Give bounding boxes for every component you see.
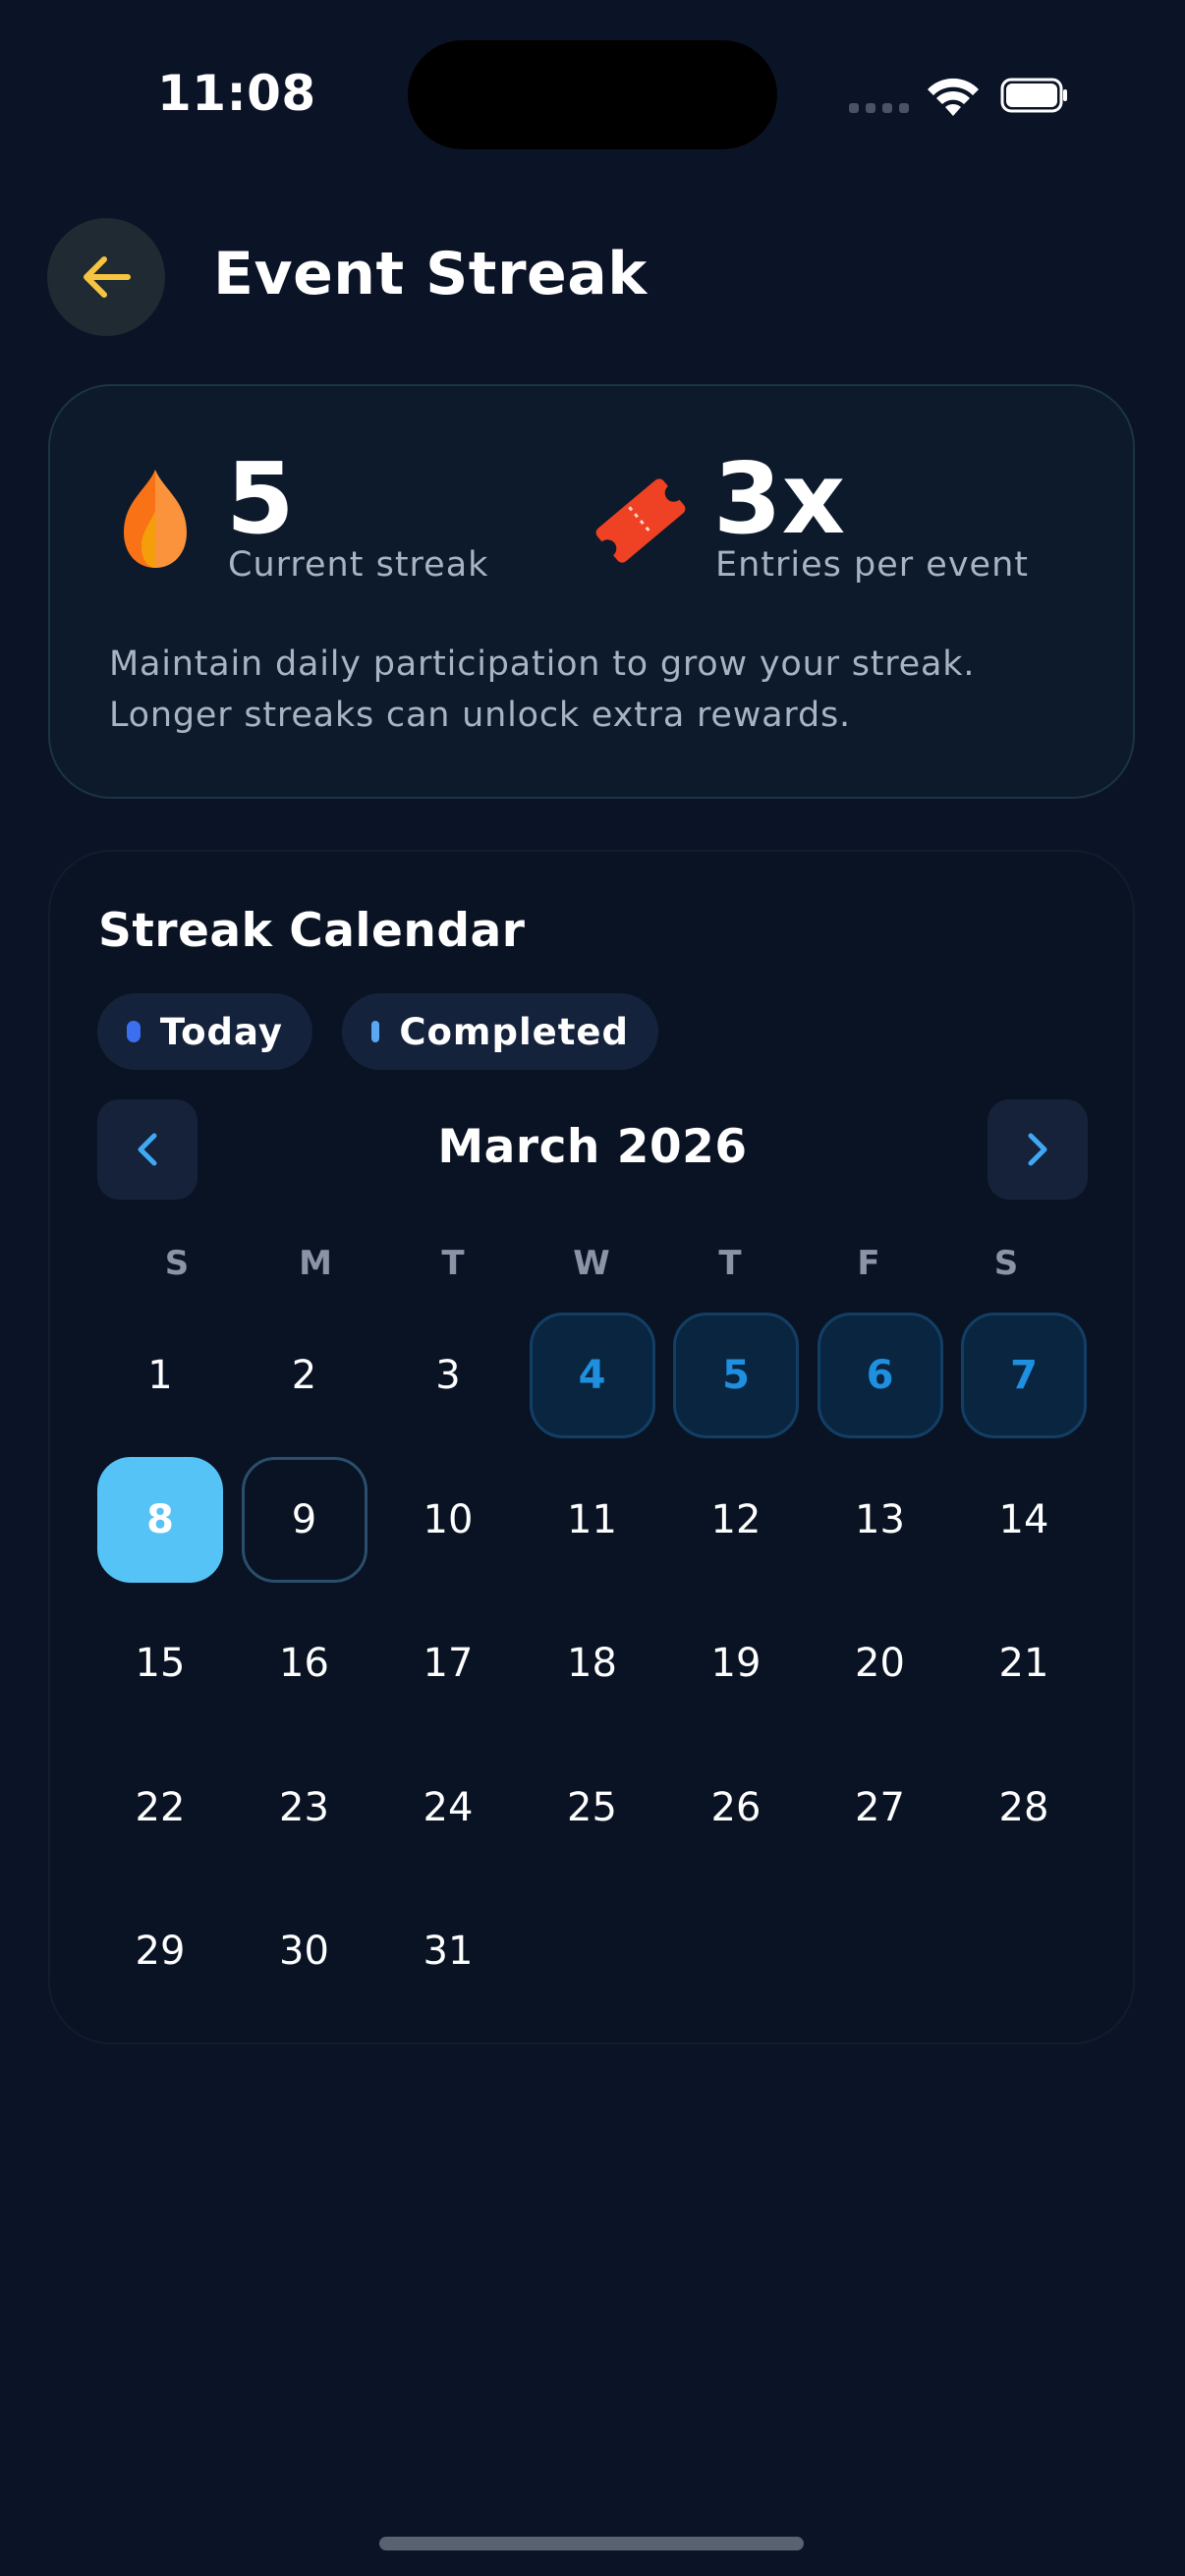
calendar-day[interactable]: 26 bbox=[673, 1745, 799, 1871]
weekday-label: T bbox=[441, 1244, 465, 1283]
back-button[interactable] bbox=[47, 218, 165, 336]
calendar-day[interactable]: 16 bbox=[242, 1600, 367, 1726]
weekday-label: S bbox=[164, 1244, 190, 1283]
calendar-day[interactable]: 4 bbox=[529, 1313, 655, 1438]
streak-description-line-1: Maintain daily participation to grow you… bbox=[109, 644, 976, 684]
calendar-day[interactable]: 23 bbox=[242, 1745, 367, 1871]
calendar-day[interactable]: 5 bbox=[673, 1313, 799, 1438]
calendar-day[interactable]: 21 bbox=[961, 1600, 1087, 1726]
calendar-day[interactable]: 31 bbox=[385, 1888, 511, 2014]
dynamic-island bbox=[408, 40, 777, 149]
chevron-left-icon bbox=[138, 1133, 157, 1166]
calendar-day[interactable]: 9 bbox=[241, 1456, 367, 1583]
calendar-day[interactable]: 7 bbox=[961, 1313, 1087, 1438]
calendar-day[interactable]: 19 bbox=[673, 1600, 799, 1726]
streak-description-line-2: Longer streaks can unlock extra rewards. bbox=[109, 696, 851, 735]
calendar-day[interactable]: 18 bbox=[530, 1600, 655, 1726]
flame-icon bbox=[124, 470, 187, 568]
chevron-right-icon bbox=[1028, 1133, 1047, 1166]
weekday-label: T bbox=[718, 1244, 742, 1283]
weekday-label: W bbox=[573, 1244, 610, 1283]
completed-dot-icon bbox=[371, 1021, 380, 1042]
screen: 11:08 Event Streak 5 Current streak 3x E… bbox=[0, 0, 1185, 2576]
calendar-title: Streak Calendar bbox=[98, 904, 526, 958]
entries-per-event-value: 3x bbox=[713, 441, 846, 556]
calendar-day-today[interactable]: 8 bbox=[97, 1456, 223, 1583]
weekday-label: F bbox=[857, 1244, 880, 1283]
weekday-label: S bbox=[993, 1244, 1019, 1283]
month-label: March 2026 bbox=[437, 1120, 748, 1174]
wifi-icon bbox=[928, 78, 979, 116]
calendar-day[interactable]: 1 bbox=[97, 1313, 223, 1438]
previous-month-button[interactable] bbox=[97, 1099, 198, 1200]
calendar-day[interactable]: 25 bbox=[530, 1745, 655, 1871]
calendar-day[interactable]: 15 bbox=[97, 1600, 223, 1726]
arrow-left-icon bbox=[84, 256, 131, 298]
legend-completed-label: Completed bbox=[399, 1010, 629, 1053]
calendar-day[interactable]: 17 bbox=[385, 1600, 511, 1726]
legend-completed: Completed bbox=[342, 993, 658, 1070]
calendar-day[interactable]: 20 bbox=[818, 1600, 943, 1726]
cellular-signal-icon bbox=[849, 103, 909, 113]
next-month-button[interactable] bbox=[988, 1099, 1088, 1200]
legend-today-label: Today bbox=[159, 1010, 283, 1053]
calendar-day[interactable]: 22 bbox=[97, 1745, 223, 1871]
battery-icon bbox=[1000, 78, 1067, 113]
calendar-day[interactable]: 24 bbox=[385, 1745, 511, 1871]
calendar-day[interactable]: 3 bbox=[385, 1313, 511, 1438]
weekday-label: M bbox=[299, 1244, 332, 1283]
calendar-day[interactable]: 12 bbox=[673, 1457, 799, 1583]
calendar-day[interactable]: 13 bbox=[818, 1457, 943, 1583]
streak-description: Maintain daily participation to grow you… bbox=[109, 639, 1092, 741]
calendar-day[interactable]: 27 bbox=[818, 1745, 943, 1871]
ticket-icon bbox=[595, 478, 686, 563]
entries-per-event-label: Entries per event bbox=[715, 545, 1029, 585]
current-streak-value: 5 bbox=[226, 441, 295, 556]
today-dot-icon bbox=[127, 1021, 141, 1042]
calendar-day[interactable]: 6 bbox=[817, 1313, 943, 1438]
calendar-day[interactable]: 14 bbox=[961, 1457, 1087, 1583]
calendar-day[interactable]: 10 bbox=[385, 1457, 511, 1583]
calendar-day[interactable]: 28 bbox=[961, 1745, 1087, 1871]
calendar-day[interactable]: 11 bbox=[530, 1457, 655, 1583]
status-time: 11:08 bbox=[157, 65, 316, 122]
page-title: Event Streak bbox=[213, 240, 648, 308]
calendar-day[interactable]: 30 bbox=[242, 1888, 367, 2014]
calendar-day[interactable]: 29 bbox=[97, 1888, 223, 2014]
home-indicator bbox=[379, 2537, 804, 2550]
current-streak-label: Current streak bbox=[228, 545, 489, 585]
calendar-day[interactable]: 2 bbox=[242, 1313, 367, 1438]
legend-today: Today bbox=[97, 993, 312, 1070]
